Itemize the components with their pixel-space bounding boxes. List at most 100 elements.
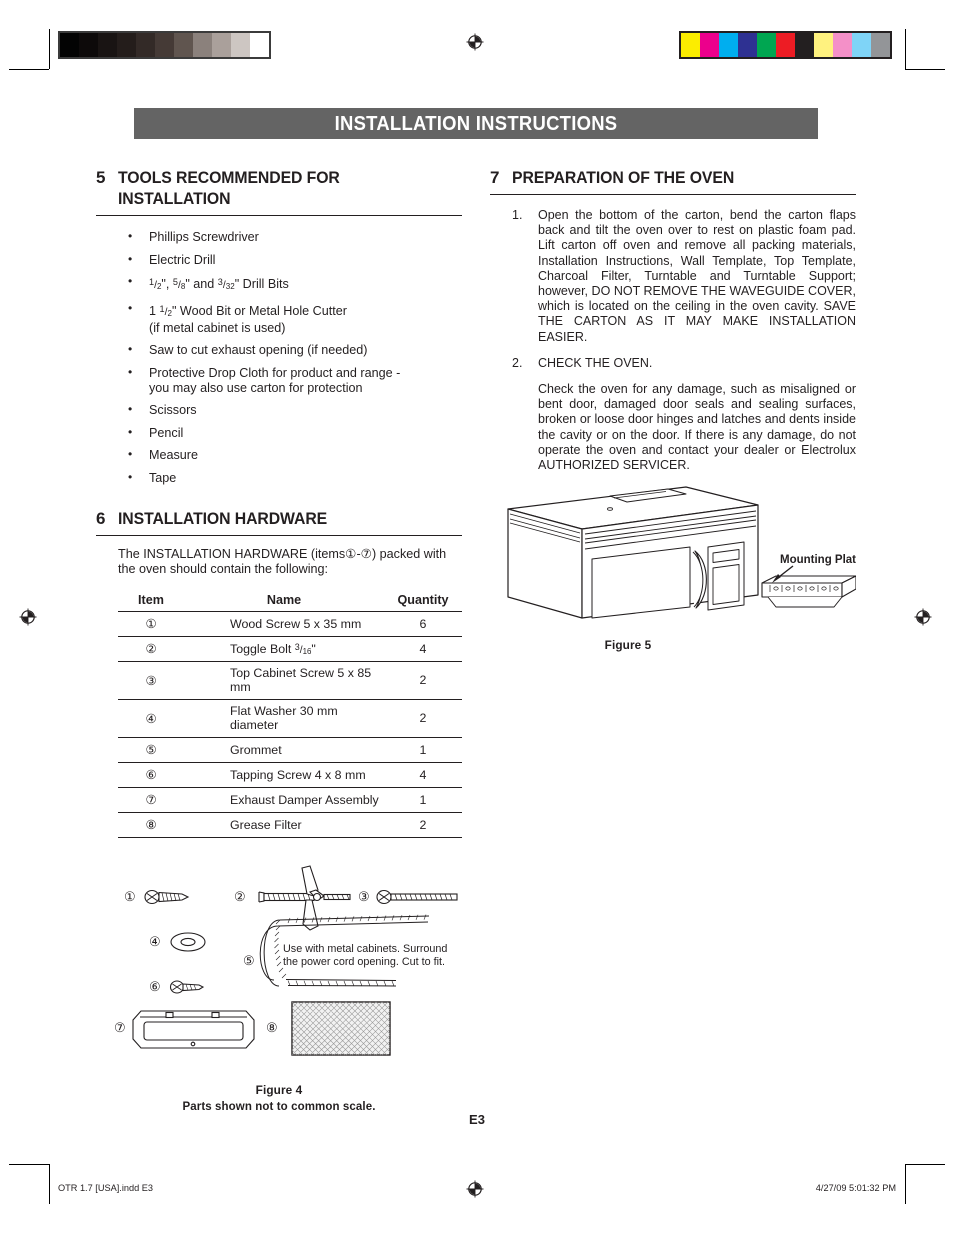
table-row: ③ Top Cabinet Screw 5 x 85 mm 2 xyxy=(118,661,462,700)
cell-part-name: Flat Washer 30 mm diameter xyxy=(230,704,338,733)
table-header-row: Item Name Quantity xyxy=(118,591,462,612)
right-column: 7 PREPARATION OF THE OVEN 1. Open the bot… xyxy=(490,167,862,1113)
tools-list-item: Measure xyxy=(128,447,462,463)
section-installation-hardware: 6 INSTALLATION HARDWARE The INSTALLATION… xyxy=(96,508,462,838)
step-index: 2. xyxy=(512,355,523,370)
cell-item-number: ① xyxy=(145,617,157,632)
step-paragraph: CHECK THE OVEN. xyxy=(538,355,653,370)
section-number-6: 6 xyxy=(96,508,106,528)
gray-swatch xyxy=(79,33,98,57)
column-header-item: Item xyxy=(138,592,164,607)
section-rule-tools xyxy=(96,215,462,216)
section-title-tools: TOOLS RECOMMENDED FOR INSTALLATION xyxy=(118,168,340,208)
cell-quantity: 1 xyxy=(419,742,427,757)
preparation-steps: 1. Open the bottom of the carton, bend th… xyxy=(490,208,856,473)
gray-swatch xyxy=(174,33,193,57)
gray-swatch xyxy=(193,33,212,57)
color-swatch xyxy=(833,33,852,57)
page-title: INSTALLATION INSTRUCTIONS xyxy=(134,108,818,139)
section-rule-preparation xyxy=(490,194,856,195)
cell-part-name: Grommet xyxy=(230,742,282,757)
section-title-preparation: PREPARATION OF THE OVEN xyxy=(512,168,735,187)
callout-1: ① xyxy=(124,889,136,904)
gray-swatch xyxy=(136,33,155,57)
color-swatch xyxy=(681,33,700,57)
oven-illustration: Mounting Plate xyxy=(507,486,862,619)
column-header-quantity: Quantity xyxy=(397,592,449,607)
registration-mark-bottom xyxy=(466,1180,484,1198)
part-grease-filter xyxy=(291,1001,391,1056)
grommet-note-line2: the power cord opening. Cut to fit. xyxy=(283,956,445,968)
preparation-step: 1. Open the bottom of the carton, bend th… xyxy=(512,208,856,345)
cell-item-number: ④ xyxy=(145,711,157,726)
table-row: ⑦ Exhaust Damper Assembly 1 xyxy=(118,787,462,813)
section-tools-recommended: 5 TOOLS RECOMMENDED FOR INSTALLATION Phi… xyxy=(96,167,462,486)
crop-mark-top-right-vertical xyxy=(905,29,906,69)
tools-list-item: Protective Drop Cloth for product and ra… xyxy=(128,365,462,396)
footer-timestamp: 4/27/09 5:01:32 PM xyxy=(815,1183,896,1193)
grommet-note-line1: Use with metal cabinets. Surround xyxy=(283,943,447,955)
tools-list-item: Saw to cut exhaust opening (if needed) xyxy=(128,342,462,358)
color-calibration-bar xyxy=(679,31,892,59)
page-content: INSTALLATION INSTRUCTIONS 5 TOOLS RECOMM… xyxy=(96,108,862,1113)
figure-4-parts-diagram: ① ② ③ ④ ⑤ Use with metal cabinets. Surro… xyxy=(96,860,462,1113)
tools-list-item: 1 1/2" Wood Bit or Metal Hole Cutter(if … xyxy=(128,301,462,336)
gray-swatch xyxy=(212,33,231,57)
registration-mark-top xyxy=(466,33,484,51)
color-swatch xyxy=(757,33,776,57)
cell-quantity: 2 xyxy=(419,673,427,688)
part-exhaust-damper xyxy=(132,1010,255,1049)
grayscale-calibration-wedge xyxy=(58,31,271,59)
cell-quantity: 2 xyxy=(419,817,427,832)
gray-swatch xyxy=(117,33,136,57)
gray-swatch xyxy=(60,33,79,57)
tools-list-item: Scissors xyxy=(128,402,462,418)
part-flat-washer xyxy=(170,932,206,952)
callout-6: ⑥ xyxy=(149,979,161,994)
section-preparation-of-oven: 7 PREPARATION OF THE OVEN 1. Open the bot… xyxy=(490,167,856,473)
crop-mark-bottom-left-horizontal xyxy=(9,1164,49,1165)
tools-list-item: Phillips Screwdriver xyxy=(128,229,462,245)
callout-2: ② xyxy=(234,889,246,904)
cell-item-number: ⑧ xyxy=(145,818,157,833)
cell-part-name: Wood Screw 5 x 35 mm xyxy=(230,616,362,631)
hardware-table: Item Name Quantity ① Wood Screw 5 x 35 mm… xyxy=(118,591,462,838)
crop-mark-top-right-horizontal xyxy=(905,69,945,70)
registration-mark-right xyxy=(914,608,932,626)
step-paragraph: Open the bottom of the carton, bend the … xyxy=(538,208,856,344)
parts-illustration: ① ② ③ ④ ⑤ Use with metal cabinets. Surro… xyxy=(114,865,458,1056)
tools-list-item: 1/2", 5/8" and 3/32" Drill Bits xyxy=(128,274,462,294)
mounting-plate-label: Mounting Plate xyxy=(780,554,856,566)
color-swatch xyxy=(852,33,871,57)
callout-8: ⑧ xyxy=(266,1020,278,1035)
cell-quantity: 1 xyxy=(419,792,427,807)
figure-4-subcaption: Parts shown not to common scale. xyxy=(182,1100,376,1113)
table-row: ④ Flat Washer 30 mm diameter 2 xyxy=(118,699,462,738)
callout-3: ③ xyxy=(358,889,370,904)
cell-quantity: 6 xyxy=(419,616,427,631)
color-swatch xyxy=(871,33,890,57)
crop-mark-bottom-right-vertical xyxy=(905,1164,906,1204)
section-number-5: 5 xyxy=(96,168,106,187)
section-title-hardware: INSTALLATION HARDWARE xyxy=(118,508,328,528)
figure-4-caption: Figure 4 xyxy=(255,1082,303,1097)
section-rule-hardware xyxy=(96,534,462,536)
table-row: ⑥ Tapping Screw 4 x 8 mm 4 xyxy=(118,762,462,788)
callout-4: ④ xyxy=(149,934,161,949)
crop-mark-bottom-right-horizontal xyxy=(905,1164,945,1165)
cell-item-number: ② xyxy=(145,642,157,657)
section-number-7: 7 xyxy=(490,168,500,187)
cell-item-number: ⑤ xyxy=(145,743,157,758)
cell-part-name: Toggle Bolt 3/16" xyxy=(230,641,316,656)
cell-part-name: Tapping Screw 4 x 8 mm xyxy=(230,767,366,782)
column-header-name: Name xyxy=(266,592,302,607)
step-paragraph: Check the oven for any damage, such as m… xyxy=(538,382,856,473)
cell-part-name: Top Cabinet Screw 5 x 85 mm xyxy=(230,666,372,695)
color-swatch xyxy=(700,33,719,57)
footer-file-info: OTR 1.7 [USA].indd E3 xyxy=(58,1183,153,1193)
color-swatch xyxy=(776,33,795,57)
part-tapping-screw xyxy=(169,980,205,994)
part-wood-screw xyxy=(144,889,190,904)
crop-mark-top-left-horizontal xyxy=(9,69,49,70)
step-index: 1. xyxy=(512,208,523,222)
